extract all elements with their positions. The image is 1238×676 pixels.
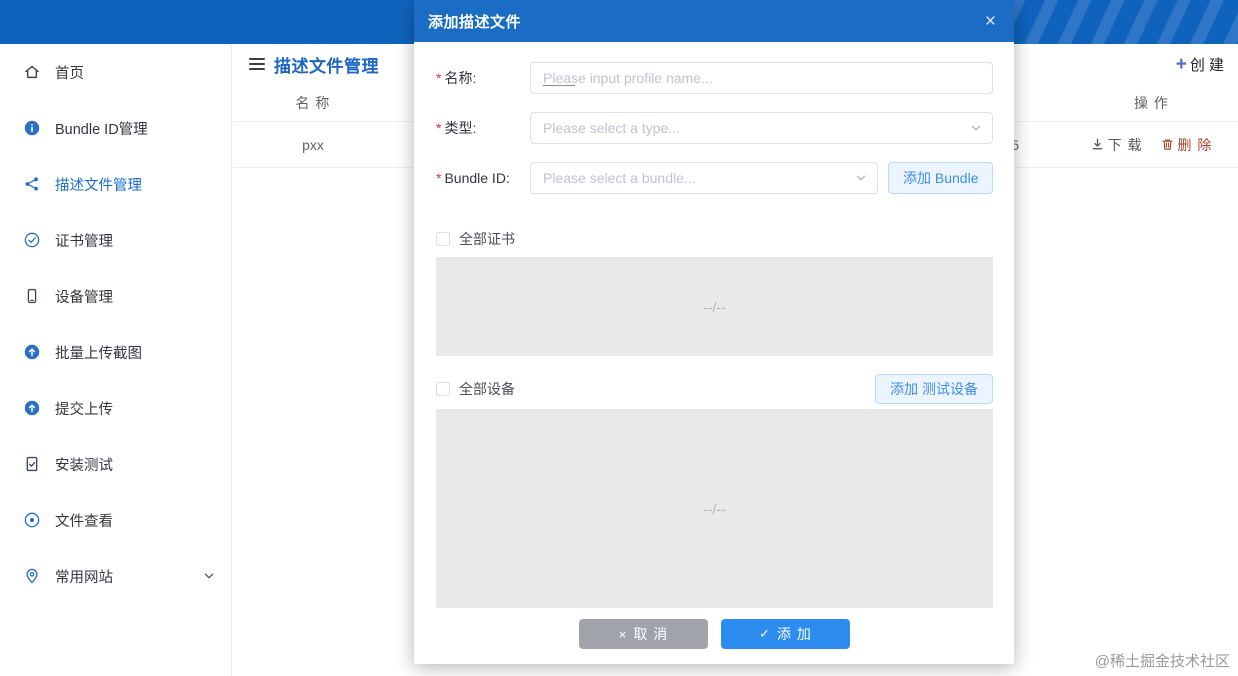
profile-name-input[interactable] (530, 62, 993, 94)
type-select-placeholder: Please select a type... (543, 120, 970, 136)
modal-body: *名称: *类型: Please select a type... *Bundl… (414, 42, 1014, 649)
sidebar-item-certificates[interactable]: 证书管理 (0, 212, 231, 268)
add-profile-modal: 添加描述文件 × *名称: *类型: Please select a type.… (414, 0, 1014, 664)
name-input-wrap (530, 62, 993, 94)
cancel-x-icon: × (619, 627, 627, 642)
sidebar-item-home[interactable]: 首页 (0, 44, 231, 100)
topbar-stripes-decoration (1012, 0, 1238, 44)
form-row-name: *名称: (436, 62, 993, 94)
sidebar-item-install-test[interactable]: 安装测试 (0, 436, 231, 492)
modal-header: 添加描述文件 × (414, 0, 1014, 42)
devices-empty-text: --/-- (703, 501, 726, 517)
cell-profile-name: pxx (233, 137, 393, 153)
confirm-add-button[interactable]: ✓ 添 加 (721, 619, 850, 649)
sidebar-item-file-view[interactable]: 文件查看 (0, 492, 231, 548)
delete-link-label: 删 除 (1178, 135, 1213, 155)
certificates-empty-text: --/-- (703, 299, 726, 315)
document-check-icon (22, 454, 42, 474)
hamburger-menu-icon[interactable] (249, 58, 265, 70)
sidebar: 首页 Bundle ID管理 描述文件管理 证书管理 设备管理 (0, 44, 232, 676)
page-title: 描述文件管理 (274, 52, 379, 77)
home-icon (22, 62, 42, 82)
sidebar-item-label: 文件查看 (55, 510, 113, 531)
sidebar-item-devices[interactable]: 设备管理 (0, 268, 231, 324)
cell-actions: 下 载 删 除 (1065, 135, 1238, 155)
column-header-name: 名 称 (233, 93, 393, 113)
create-button-label: 创 建 (1190, 54, 1224, 75)
download-link[interactable]: 下 载 (1091, 135, 1143, 155)
bundle-select[interactable]: Please select a bundle... (530, 162, 878, 194)
cancel-button-label: 取 消 (633, 624, 668, 644)
bundle-select-placeholder: Please select a bundle... (543, 170, 855, 186)
close-icon[interactable]: × (981, 10, 1000, 33)
sidebar-item-label: 首页 (55, 62, 84, 83)
mobile-device-icon (22, 286, 42, 306)
sidebar-item-label: 证书管理 (55, 230, 113, 251)
chevron-down-icon (970, 122, 982, 134)
share-nodes-icon (22, 174, 42, 194)
all-certificates-checkbox[interactable] (436, 232, 450, 246)
devices-empty-panel: --/-- (436, 409, 993, 608)
name-field-label: *名称: (436, 68, 530, 88)
location-pin-icon (22, 566, 42, 586)
form-row-type: *类型: Please select a type... (436, 112, 993, 144)
sidebar-item-submit-upload[interactable]: 提交上传 (0, 380, 231, 436)
chevron-down-icon (855, 172, 867, 184)
certificates-empty-panel: --/-- (436, 257, 993, 356)
sidebar-item-label: Bundle ID管理 (55, 118, 148, 139)
sidebar-item-label: 描述文件管理 (55, 174, 142, 195)
chevron-down-icon (203, 570, 215, 582)
sidebar-item-label: 设备管理 (55, 286, 113, 307)
column-header-action: 操 作 (1065, 93, 1238, 113)
file-view-icon (22, 510, 42, 530)
sidebar-item-label: 安装测试 (55, 454, 113, 475)
all-devices-checkbox[interactable] (436, 382, 450, 396)
create-button[interactable]: + 创 建 (1176, 54, 1224, 75)
type-select[interactable]: Please select a type... (530, 112, 993, 144)
text-cursor-underline (543, 85, 575, 86)
modal-title: 添加描述文件 (428, 11, 521, 32)
required-mark: * (436, 170, 441, 186)
download-link-label: 下 载 (1108, 135, 1143, 155)
all-devices-label: 全部设备 (459, 379, 515, 399)
all-certificates-label: 全部证书 (459, 229, 515, 249)
sidebar-item-batch-upload-screenshots[interactable]: 批量上传截图 (0, 324, 231, 380)
add-bundle-button[interactable]: 添加 Bundle (888, 162, 993, 194)
app-screen: 首页 Bundle ID管理 描述文件管理 证书管理 设备管理 (0, 0, 1238, 676)
add-test-device-button[interactable]: 添加 测试设备 (875, 374, 993, 404)
upload-circle-icon (22, 342, 42, 362)
sidebar-item-label: 常用网站 (55, 566, 113, 587)
watermark-text: @稀土掘金技术社区 (1095, 650, 1230, 671)
required-mark: * (436, 70, 441, 86)
plus-icon: + (1176, 55, 1187, 74)
delete-link[interactable]: 删 除 (1161, 135, 1213, 155)
confirm-button-label: 添 加 (777, 624, 812, 644)
sidebar-item-common-websites[interactable]: 常用网站 (0, 548, 231, 604)
sidebar-item-bundle-id[interactable]: Bundle ID管理 (0, 100, 231, 156)
type-field-label: *类型: (436, 118, 530, 138)
check-icon: ✓ (759, 626, 770, 642)
modal-footer: × 取 消 ✓ 添 加 (436, 619, 993, 649)
info-circle-icon (22, 118, 42, 138)
sidebar-item-profiles[interactable]: 描述文件管理 (0, 156, 231, 212)
form-row-bundle: *Bundle ID: Please select a bundle... 添加… (436, 162, 993, 194)
certificate-check-icon (22, 230, 42, 250)
download-icon (1091, 138, 1104, 151)
all-devices-row: 全部设备 添加 测试设备 (436, 374, 993, 404)
sidebar-item-label: 提交上传 (55, 398, 113, 419)
trash-icon (1161, 138, 1174, 151)
upload-circle-icon (22, 398, 42, 418)
sidebar-item-label: 批量上传截图 (55, 342, 142, 363)
all-certificates-row: 全部证书 (436, 229, 993, 249)
required-mark: * (436, 120, 441, 136)
bundle-field-label: *Bundle ID: (436, 170, 530, 186)
cancel-button[interactable]: × 取 消 (579, 619, 708, 649)
